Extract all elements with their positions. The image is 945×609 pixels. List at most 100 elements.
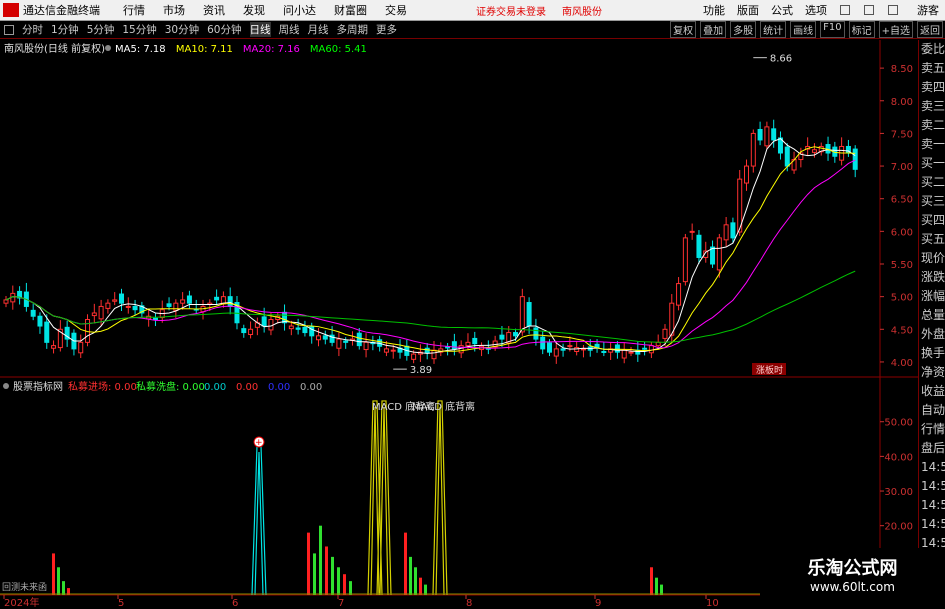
- indicator-bar: [319, 525, 322, 595]
- indicator-bar: [331, 556, 334, 595]
- candle-body: [132, 305, 138, 311]
- sidebar-label: 卖五: [921, 61, 945, 75]
- candle-body: [451, 341, 457, 350]
- indicator-bar: [414, 567, 417, 595]
- indicator-bar: [655, 577, 658, 595]
- y-tick-label: 50.00: [884, 418, 913, 429]
- candle-body: [105, 302, 111, 309]
- candle-body: [445, 346, 451, 349]
- y-tick-label: 5.00: [891, 293, 913, 304]
- x-tick-label: 6: [232, 598, 238, 609]
- indicator-bar: [337, 567, 340, 595]
- candle-body: [316, 335, 322, 341]
- indicator-bar: [52, 553, 55, 595]
- indicator-bar: [404, 532, 407, 595]
- left-caption: 回测未来函: [2, 581, 47, 593]
- sidebar-label: 14:5: [921, 517, 945, 531]
- candle-body: [91, 312, 97, 317]
- toolbar-button[interactable]: 返回: [917, 21, 943, 38]
- indicator-bar: [419, 577, 422, 595]
- indicator-bar: [660, 584, 663, 595]
- ma-line: [5, 138, 856, 354]
- candle-body: [519, 296, 525, 333]
- candle-body: [757, 128, 763, 141]
- candle-body: [771, 128, 777, 141]
- indicator-bar: [57, 567, 60, 595]
- sidebar-label: 行情: [921, 422, 945, 436]
- candle-body: [118, 293, 124, 304]
- candle-body: [546, 342, 552, 353]
- candle-body: [560, 348, 566, 351]
- y-tick-label: 4.00: [891, 358, 913, 369]
- candle-body: [431, 349, 437, 360]
- chart-title: 南风股份(日线 前复权): [4, 42, 105, 55]
- candle-body: [3, 299, 9, 304]
- candle-body: [424, 347, 430, 354]
- candle-body: [553, 348, 559, 357]
- candle-body: [98, 305, 104, 320]
- indicator-value: 0.00: [236, 382, 258, 393]
- ma-label: MA5: 7.18: [115, 44, 166, 55]
- y-tick-label: 7.00: [891, 162, 913, 173]
- candle-body: [295, 327, 301, 330]
- quote-sidebar: 委比 卖五 卖四 卖三 卖二 卖一 买一 买二 买三 买四 买五 现价 涨跌 涨幅 总量 外盘 换手 净资 收益 自动…: [918, 40, 945, 609]
- candle-body: [268, 319, 274, 331]
- candle-body: [363, 341, 369, 351]
- ma-icon: [105, 45, 111, 51]
- tag-label: 涨板时: [756, 364, 783, 376]
- sidebar-label: 现价: [921, 251, 945, 265]
- ma-label: MA20: 7.16: [243, 44, 300, 55]
- candle-body: [288, 325, 294, 330]
- candle-body: [166, 303, 172, 307]
- candle-body: [628, 351, 634, 354]
- indicator-bar: [307, 532, 310, 595]
- sidebar-label: 14:5: [921, 498, 945, 512]
- y-tick-label: 20.00: [884, 522, 913, 533]
- candle-body: [458, 345, 464, 354]
- candle-body: [526, 302, 532, 327]
- candle-body: [472, 337, 478, 345]
- indicator-bar: [349, 581, 352, 595]
- candle-body: [696, 234, 702, 258]
- candle-body: [411, 353, 417, 360]
- candle-body: [125, 305, 131, 308]
- stock-chart[interactable]: 南风股份(日线 前复权) MA5: 7.18 MA10: 7.11 MA20: 7.1…: [0, 0, 918, 609]
- sidebar-label: 盘后: [921, 441, 945, 455]
- watermark-title: 乐淘公式网: [807, 558, 898, 579]
- candle-body: [662, 328, 668, 339]
- candle-body: [580, 348, 586, 351]
- sidebar-label: 自动: [921, 403, 945, 417]
- candle-body: [112, 299, 118, 302]
- x-tick-label: 5: [118, 598, 124, 609]
- candle-body: [540, 336, 546, 350]
- candle-body: [343, 340, 349, 343]
- indicator-bar: [62, 581, 65, 595]
- indicator-bar: [313, 553, 316, 595]
- sidebar-label: 买五: [921, 232, 945, 246]
- sidebar-label: 买一: [921, 156, 945, 170]
- sidebar-label: 收益: [921, 384, 945, 398]
- indicator-bar: [409, 556, 412, 595]
- candle-body: [152, 317, 158, 321]
- candle-body: [682, 237, 688, 283]
- candle-body: [614, 344, 620, 353]
- indicator-bar: [325, 546, 328, 595]
- ma-label: MA10: 7.11: [176, 44, 233, 55]
- ma-label: MA60: 5.41: [310, 44, 367, 55]
- candle-body: [302, 326, 308, 334]
- sidebar-label: 买四: [921, 213, 945, 227]
- candle-body: [261, 316, 267, 327]
- macd-label: MACD 底背离: [412, 400, 475, 413]
- candle-body: [241, 328, 247, 334]
- ma-line: [5, 159, 856, 349]
- x-tick-label: 10: [706, 598, 719, 609]
- candle-body: [227, 296, 233, 307]
- candle-body: [44, 321, 50, 343]
- indicator-value: 私募洗盘: 0.00: [136, 380, 205, 393]
- candle-body: [676, 283, 682, 306]
- sidebar-label: 总量: [921, 308, 945, 322]
- sidebar-label: 净资: [921, 365, 945, 379]
- guest-label[interactable]: 游客: [917, 2, 939, 18]
- sidebar-label: 卖一: [921, 137, 945, 151]
- x-tick-label: 8: [466, 598, 472, 609]
